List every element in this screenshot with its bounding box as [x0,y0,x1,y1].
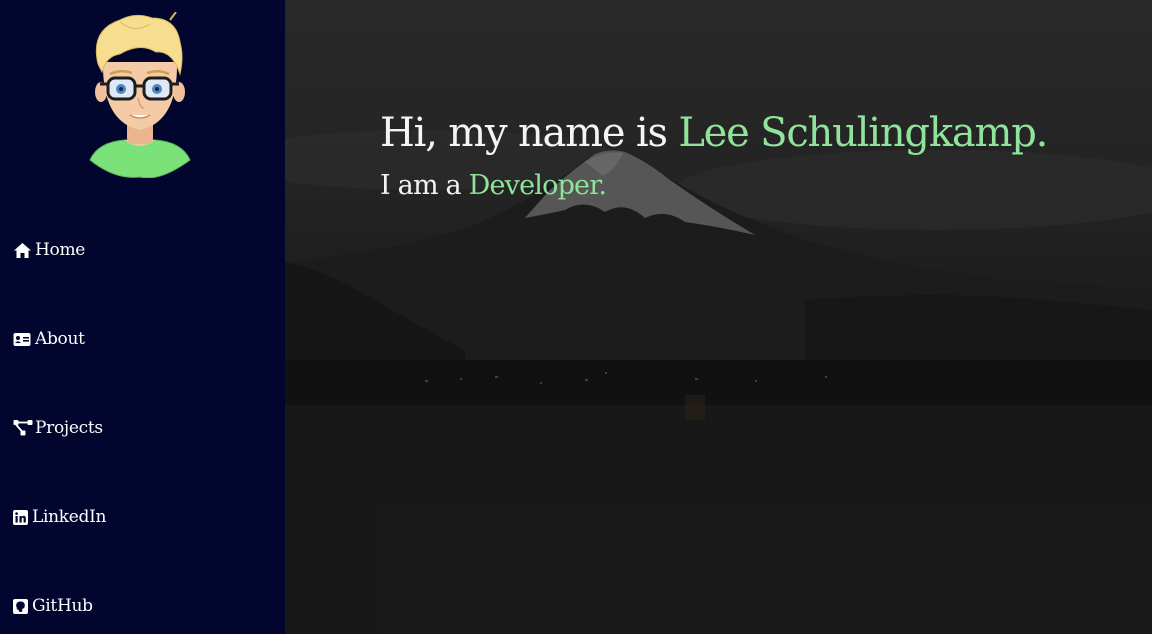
hero-overlay [285,0,1152,634]
hero-section: Hi, my name is Lee Schulingkamp. I am a … [285,0,1152,634]
nav-linkedin[interactable]: LinkedIn [13,507,106,527]
hero-headline: Hi, my name is Lee Schulingkamp. [380,110,1048,156]
hero-name: Lee Schulingkamp. [678,110,1048,156]
id-card-icon [13,330,33,348]
avatar-illustration [89,11,191,179]
avatar [80,11,200,179]
nav-linkedin-label: LinkedIn [32,507,107,527]
nav-home-label: Home [35,240,86,260]
hero-role: Developer. [468,170,607,201]
project-diagram-icon [13,419,33,437]
linkedin-icon [13,508,30,526]
nav-github[interactable]: GitHub [13,596,93,616]
nav-github-label: GitHub [32,596,93,616]
nav-home[interactable]: Home [13,240,85,260]
home-icon [13,241,33,259]
sidebar: Home About Projects LinkedIn GitHub [0,0,285,634]
role-prefix-text: I am a [380,170,469,201]
github-icon [13,597,30,615]
nav-about[interactable]: About [13,329,85,349]
nav-projects[interactable]: Projects [13,418,103,438]
greeting-text: Hi, my name is [380,110,679,156]
nav-projects-label: Projects [35,418,103,438]
nav-about-label: About [35,329,85,349]
page: Home About Projects LinkedIn GitHub Hi, … [0,0,1152,634]
hero-subline: I am a Developer. [380,170,607,201]
